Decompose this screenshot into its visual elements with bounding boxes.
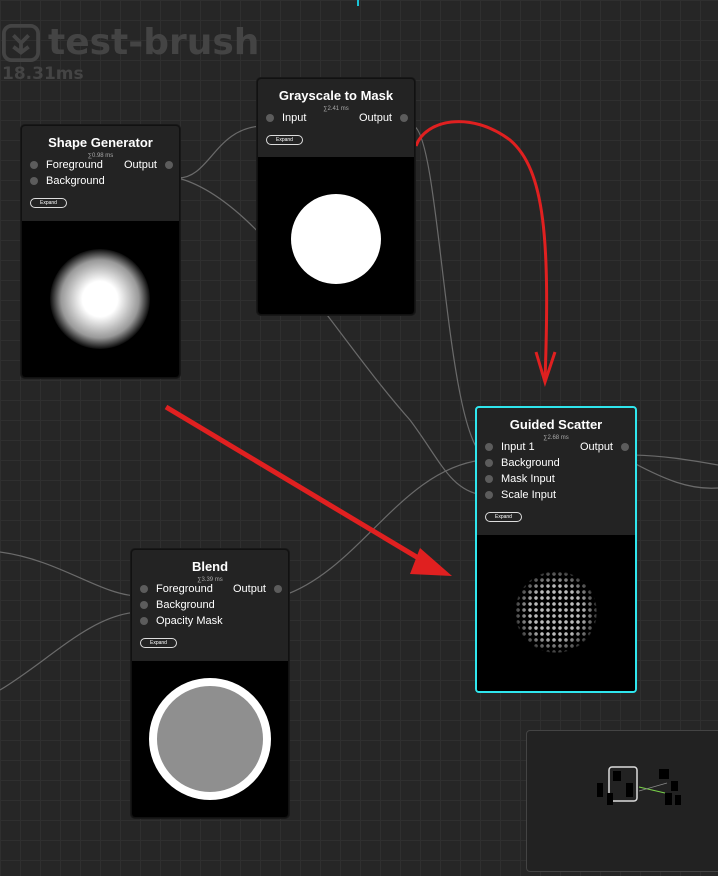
canvas-top-marker xyxy=(357,0,359,6)
graph-title: test-brush xyxy=(48,22,260,63)
port-label: Opacity Mask xyxy=(156,615,223,627)
port-label: Background xyxy=(156,599,215,611)
ring-circle-preview xyxy=(149,678,271,800)
node-preview xyxy=(258,157,414,314)
minimap-view xyxy=(597,766,681,805)
node-title: Grayscale to Mask xyxy=(278,88,394,103)
output-port[interactable] xyxy=(274,585,282,593)
node-title: Blend xyxy=(191,559,229,574)
node-blend[interactable]: Blend ∑3.39 ms Foreground Output Backgro… xyxy=(131,549,289,818)
wire-shapegen-to-grayscale xyxy=(177,125,263,179)
dot-scatter-preview xyxy=(515,571,597,653)
wire-scatter-output-2 xyxy=(627,459,718,489)
red-annotation-curve-head xyxy=(534,351,557,387)
input-port[interactable] xyxy=(485,443,493,451)
port-label: Mask Input xyxy=(501,473,555,485)
node-grayscale-to-mask[interactable]: Grayscale to Mask ∑2.41 ms Input Output … xyxy=(257,78,415,315)
graph-header: test-brush xyxy=(2,22,259,63)
input-port[interactable] xyxy=(485,459,493,467)
node-shape-generator[interactable]: Shape Generator ∑0.98 ms Foreground Outp… xyxy=(21,125,180,378)
port-label: Foreground xyxy=(46,159,103,171)
wire-grayscale-to-scatter xyxy=(413,125,483,456)
input-port[interactable] xyxy=(140,585,148,593)
input-port[interactable] xyxy=(266,114,274,122)
soft-circle-preview xyxy=(50,249,150,349)
input-port[interactable] xyxy=(140,617,148,625)
node-preview xyxy=(132,661,288,817)
wire-left-to-blend xyxy=(0,551,139,597)
minimap[interactable] xyxy=(526,730,718,872)
expand-button[interactable]: Expand xyxy=(140,638,177,648)
port-label: Foreground xyxy=(156,583,213,595)
port-label: Input xyxy=(282,112,307,124)
graph-timing: 18.31ms xyxy=(2,64,84,84)
port-label: Background xyxy=(46,175,105,187)
port-label: Output xyxy=(358,112,392,124)
red-annotation-arrow xyxy=(164,404,432,568)
port-label: Scale Input xyxy=(501,489,557,501)
port-label: Output xyxy=(232,583,266,595)
port-label: Output xyxy=(579,441,613,453)
input-port[interactable] xyxy=(30,177,38,185)
node-guided-scatter[interactable]: Guided Scatter ∑2.68 ms Input 1 Output B… xyxy=(475,406,637,693)
output-port[interactable] xyxy=(621,443,629,451)
brush-logo-icon xyxy=(2,23,40,62)
port-label: Input 1 xyxy=(501,441,535,453)
port-label: Background xyxy=(501,457,560,469)
red-annotation-curve xyxy=(414,120,549,381)
wire-blend-to-scatter xyxy=(281,459,483,597)
input-port[interactable] xyxy=(485,475,493,483)
node-preview xyxy=(477,535,635,691)
expand-button[interactable]: Expand xyxy=(30,198,67,208)
node-preview xyxy=(22,221,179,377)
port-label: Output xyxy=(123,159,157,171)
input-port[interactable] xyxy=(30,161,38,169)
expand-button[interactable]: Expand xyxy=(485,512,522,522)
white-circle-preview xyxy=(291,194,381,284)
input-port[interactable] xyxy=(140,601,148,609)
wire-scatter-output xyxy=(627,454,718,466)
output-port[interactable] xyxy=(165,161,173,169)
expand-button[interactable]: Expand xyxy=(266,135,303,145)
wire-left-to-blend-bg xyxy=(0,611,139,691)
node-title: Guided Scatter xyxy=(509,417,603,432)
input-port[interactable] xyxy=(485,491,493,499)
node-title: Shape Generator xyxy=(48,135,153,150)
output-port[interactable] xyxy=(400,114,408,122)
red-annotation-arrow-head xyxy=(410,548,452,576)
